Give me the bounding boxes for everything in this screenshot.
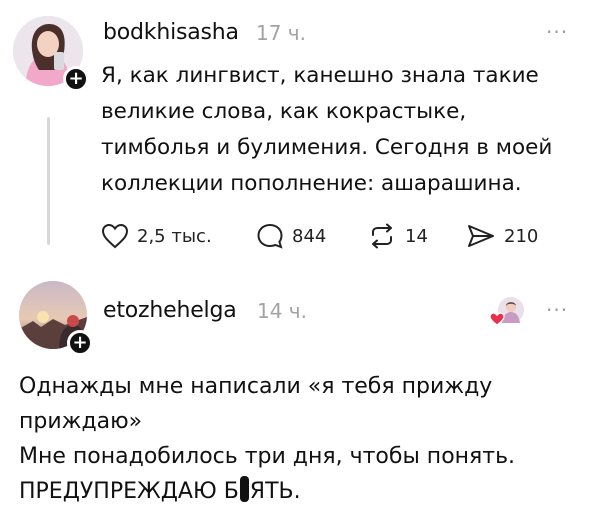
post1-line-3: тимболья и булимения. Сегодня в моей [101, 135, 553, 160]
post1-text: Я, как лингвист, канешно знала такие вел… [101, 58, 581, 202]
like-count: 2,5 тыс. [137, 225, 212, 247]
post2-text: Однажды мне написали «я тебя прижду приж… [19, 369, 579, 509]
post2-line-3: Мне понадобилось три дня, чтобы понять. [19, 444, 516, 469]
post2-line-4-end: ЯТЬ. [249, 479, 301, 504]
comment-button[interactable]: 844 [256, 223, 326, 249]
repost-icon [372, 223, 392, 249]
post2-username[interactable]: etozhehelga [103, 298, 237, 323]
post1-line-4: коллекции пополнение: ашарашина. [101, 171, 522, 196]
share-button[interactable]: 210 [466, 223, 538, 249]
post1-more-button[interactable]: ... [546, 14, 568, 38]
thread-line [47, 117, 50, 245]
reaction-avatar[interactable] [489, 295, 527, 327]
like-button[interactable]: 2,5 тыс. [101, 223, 212, 249]
follow-plus-icon[interactable]: + [63, 66, 89, 92]
post2-line-1: Однажды мне написали «я тебя прижду [19, 374, 493, 399]
heart-icon [101, 223, 129, 249]
post2-more-button[interactable]: ... [546, 292, 568, 316]
repost-count: 14 [405, 225, 428, 247]
post1-line-1: Я, как лингвист, канешно знала такие [101, 63, 539, 88]
heart-icon [489, 312, 505, 326]
send-icon [468, 225, 494, 247]
follow-plus-icon[interactable]: + [67, 330, 93, 356]
post2-time: 14 ч. [257, 299, 307, 323]
post2-line-2: приждаю» [19, 409, 143, 434]
post1-username[interactable]: bodkhisasha [103, 20, 239, 45]
comment-count: 844 [292, 225, 327, 247]
post1-line-2: великие слова, как кокрастыке, [101, 99, 467, 124]
post2-line-4: ПРЕДУПРЕЖДАЮ Б ЯТЬ. [19, 474, 579, 509]
repost-button[interactable]: 14 [367, 223, 428, 249]
censor-mark [239, 476, 249, 502]
post2-line-4-start: ПРЕДУПРЕЖДАЮ Б [19, 479, 239, 504]
comment-bubble-icon [257, 223, 283, 249]
post1-time: 17 ч. [256, 21, 306, 45]
share-count: 210 [504, 225, 539, 247]
